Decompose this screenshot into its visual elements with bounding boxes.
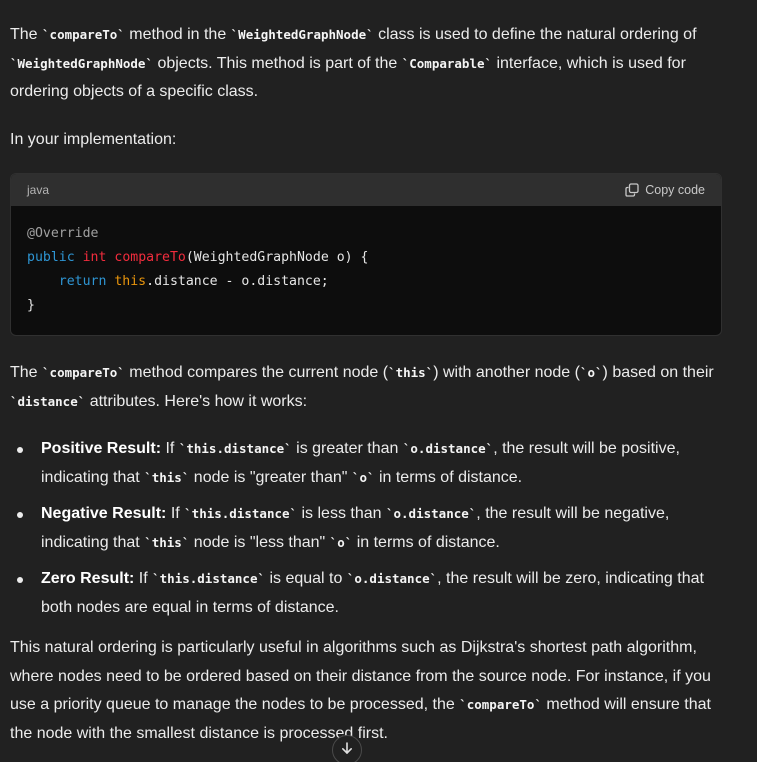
code-line-annotation: @Override xyxy=(27,226,99,241)
text: method compares the current node ( xyxy=(124,364,389,381)
inline-code: `o` xyxy=(351,469,375,485)
text: ) based on their xyxy=(602,364,714,381)
code-token: (WeightedGraphNode o) { xyxy=(185,250,369,265)
inline-code: `o.distance` xyxy=(402,441,494,456)
text: attributes. Here's how it works: xyxy=(85,392,308,410)
inline-code: `Comparable` xyxy=(401,55,493,71)
text: If xyxy=(161,440,179,457)
code-body[interactable]: @Override public int compareTo(WeightedG… xyxy=(11,206,721,335)
bullet-dot xyxy=(17,447,23,453)
text: method in the xyxy=(124,26,231,43)
list-item-label: Negative Result: xyxy=(41,505,167,522)
inline-code: `WeightedGraphNode` xyxy=(230,27,374,42)
text: If xyxy=(134,570,153,587)
copy-icon xyxy=(625,183,639,197)
text: is less than xyxy=(297,505,386,522)
list-item-label: Positive Result: xyxy=(41,440,162,457)
implementation-label: In your implementation: xyxy=(10,130,177,148)
list-item: Positive Result: If `this.distance` is g… xyxy=(10,435,722,492)
code-token: this xyxy=(114,274,147,289)
code-block: java Copy code @Override public int comp… xyxy=(10,173,722,336)
scroll-to-bottom-button[interactable] xyxy=(332,735,362,762)
text: ) with another node ( xyxy=(433,364,580,381)
inline-code: `this.distance` xyxy=(152,571,266,586)
text: The xyxy=(10,364,43,381)
inline-code: `compareTo` xyxy=(42,365,125,380)
inline-code: `o.distance` xyxy=(385,506,477,521)
copy-code-label: Copy code xyxy=(645,183,705,197)
code-token: int xyxy=(82,250,107,265)
message-content: The `compareTo` method in the `WeightedG… xyxy=(10,21,722,748)
text: is equal to xyxy=(265,570,347,587)
text: The xyxy=(10,26,43,43)
code-token: compareTo xyxy=(114,250,186,265)
code-token: public xyxy=(27,250,75,265)
inline-code: `o` xyxy=(579,365,603,380)
list-item: Zero Result: If `this.distance` is equal… xyxy=(10,565,722,622)
text: node is "greater than" xyxy=(189,468,352,486)
text: is greater than xyxy=(291,440,403,457)
inline-code: `WeightedGraphNode` xyxy=(10,55,153,71)
inline-code: `this.distance` xyxy=(184,506,298,521)
bullet-dot xyxy=(17,512,23,518)
text: node is "less than" xyxy=(189,533,330,551)
text: in terms of distance. xyxy=(352,533,500,551)
arrow-down-icon xyxy=(340,741,354,760)
inline-code: `this` xyxy=(388,365,434,380)
text: class is used to define the natural orde… xyxy=(373,26,697,43)
list-item: Negative Result: If `this.distance` is l… xyxy=(10,500,722,557)
code-token: .distance - o.distance; xyxy=(146,274,329,289)
inline-code: `compareTo` xyxy=(459,697,542,712)
inline-code: `distance` xyxy=(10,393,86,409)
list-item-label: Zero Result: xyxy=(41,570,135,587)
explanation-paragraph: The `compareTo` method compares the curr… xyxy=(10,359,722,416)
text: in terms of distance. xyxy=(374,468,523,486)
text: objects. This method is part of the xyxy=(153,54,402,72)
code-token: } xyxy=(27,298,35,313)
inline-code: `this` xyxy=(144,534,190,550)
code-token: return xyxy=(58,274,107,289)
inline-code: `this` xyxy=(144,469,190,485)
bullet-dot xyxy=(17,577,23,583)
code-header: java Copy code xyxy=(11,174,721,206)
inline-code: `o` xyxy=(329,534,353,550)
copy-code-button[interactable]: Copy code xyxy=(625,183,705,197)
code-language: java xyxy=(27,183,50,197)
inline-code: `o.distance` xyxy=(346,571,438,586)
result-list: Positive Result: If `this.distance` is g… xyxy=(10,435,722,622)
text: If xyxy=(166,505,185,522)
inline-code: `this.distance` xyxy=(178,441,292,456)
conclusion-paragraph: This natural ordering is particularly us… xyxy=(10,634,722,748)
intro-paragraph: The `compareTo` method in the `WeightedG… xyxy=(10,21,722,107)
inline-code: `compareTo` xyxy=(42,27,125,42)
